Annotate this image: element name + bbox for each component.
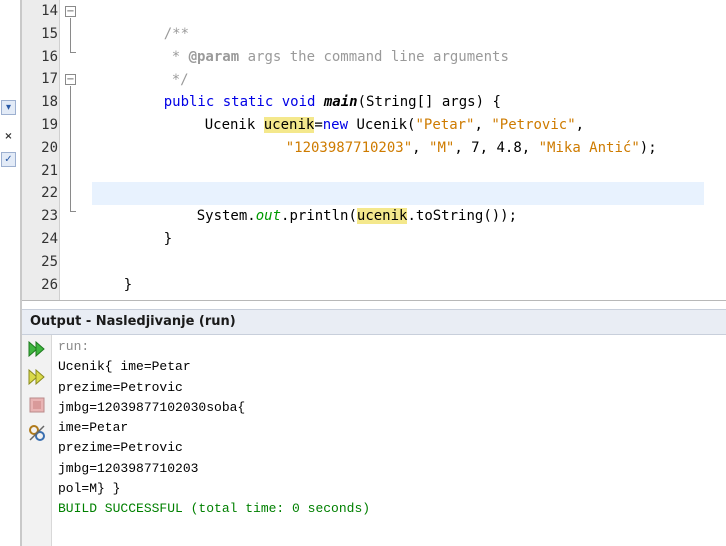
line-number: 23: [41, 208, 58, 224]
line-number: 19: [41, 117, 58, 133]
code-text: );: [639, 140, 657, 156]
code-text: }: [123, 277, 133, 293]
code-line-17[interactable]: public static void main(String[] args) {: [130, 68, 501, 110]
comment: args the command line arguments: [239, 49, 509, 65]
output-toolbar: [22, 335, 52, 546]
code-line-14[interactable]: /**: [130, 0, 189, 42]
line-number: 15: [41, 26, 58, 42]
line-number: 20: [41, 140, 58, 156]
string-literal: "M": [429, 140, 455, 156]
javadoc-tag: @param: [188, 49, 240, 65]
code-line-25[interactable]: }: [90, 251, 132, 293]
code-text: ,: [412, 140, 430, 156]
code-text: }: [163, 231, 173, 247]
output-line: pol=M} }: [58, 481, 121, 497]
line-number-gutter: 14 15 16 17 18 19 20 21 22 23 24 25 26: [22, 0, 60, 300]
line-number: 22: [41, 185, 58, 201]
line-number: 24: [41, 231, 58, 247]
highlighted-variable: ucenik: [356, 208, 408, 224]
code-text: System.: [196, 208, 256, 224]
code-line-19[interactable]: "1203987710203", "M", 7, 4.8, "Mika Anti…: [252, 114, 657, 156]
line-number: 18: [41, 94, 58, 110]
code-text: .toString());: [407, 208, 518, 224]
fold-collapse-icon[interactable]: −: [65, 74, 76, 85]
line-number: 16: [41, 49, 58, 65]
output-line: prezime=Petrovic: [58, 379, 183, 395]
stop-icon[interactable]: [27, 395, 47, 415]
output-console[interactable]: run: Ucenik{ ime=Petar prezime=Petrovic …: [58, 337, 370, 520]
output-line: ime=Petar: [58, 420, 129, 436]
code-line-22[interactable]: System.out.println(ucenik.toString());: [163, 182, 517, 224]
rerun-with-options-icon[interactable]: [27, 367, 47, 387]
code-line-16[interactable]: */: [138, 46, 189, 88]
check-icon[interactable]: ✓: [1, 152, 16, 167]
line-number: 26: [41, 277, 58, 293]
fold-guide: [70, 18, 71, 52]
line-number: 17: [41, 71, 58, 87]
settings-icon[interactable]: [27, 423, 47, 443]
code-line-23[interactable]: }: [130, 205, 172, 247]
string-literal: "1203987710203": [285, 140, 413, 156]
line-number: 14: [41, 3, 58, 19]
output-line: run:: [58, 339, 90, 354]
output-panel: Output - Nasledjivanje (run) run: Ucenik…: [22, 300, 726, 546]
code-line-18[interactable]: Ucenik ucenik=new Ucenik("Petar", "Petro…: [171, 91, 584, 133]
output-title: Output - Nasledjivanje (run): [30, 314, 236, 329]
code-editor[interactable]: 14 15 16 17 18 19 20 21 22 23 24 25 26 −…: [22, 0, 726, 300]
code-line-15[interactable]: * @param args the command line arguments: [138, 23, 509, 65]
fold-guide-end: [70, 211, 76, 212]
collapse-panel-icon[interactable]: ▾: [1, 100, 16, 115]
fold-guide: [70, 86, 71, 211]
left-side-strip: ▾ × ✓: [0, 0, 22, 546]
output-line: jmbg=12039877102030soba{: [58, 399, 246, 415]
fold-guide-end: [70, 52, 76, 53]
string-literal: "Mika Antić": [538, 140, 640, 156]
build-status-line: BUILD SUCCESSFUL (total time: 0 seconds): [58, 501, 371, 517]
output-tab-header[interactable]: Output - Nasledjivanje (run): [22, 309, 726, 335]
output-line: prezime=Petrovic: [58, 440, 183, 456]
output-line: jmbg=1203987710203: [58, 460, 199, 476]
code-text: , 7, 4.8,: [454, 140, 539, 156]
line-number: 21: [41, 163, 58, 179]
code-text: .println(: [281, 208, 357, 224]
line-number: 25: [41, 254, 58, 270]
fold-margin: [60, 0, 78, 300]
rerun-icon[interactable]: [27, 339, 47, 359]
static-field: out: [255, 208, 282, 224]
output-line: Ucenik{ ime=Petar: [58, 359, 191, 375]
fold-collapse-icon[interactable]: −: [65, 6, 76, 17]
close-icon[interactable]: ×: [1, 130, 16, 145]
